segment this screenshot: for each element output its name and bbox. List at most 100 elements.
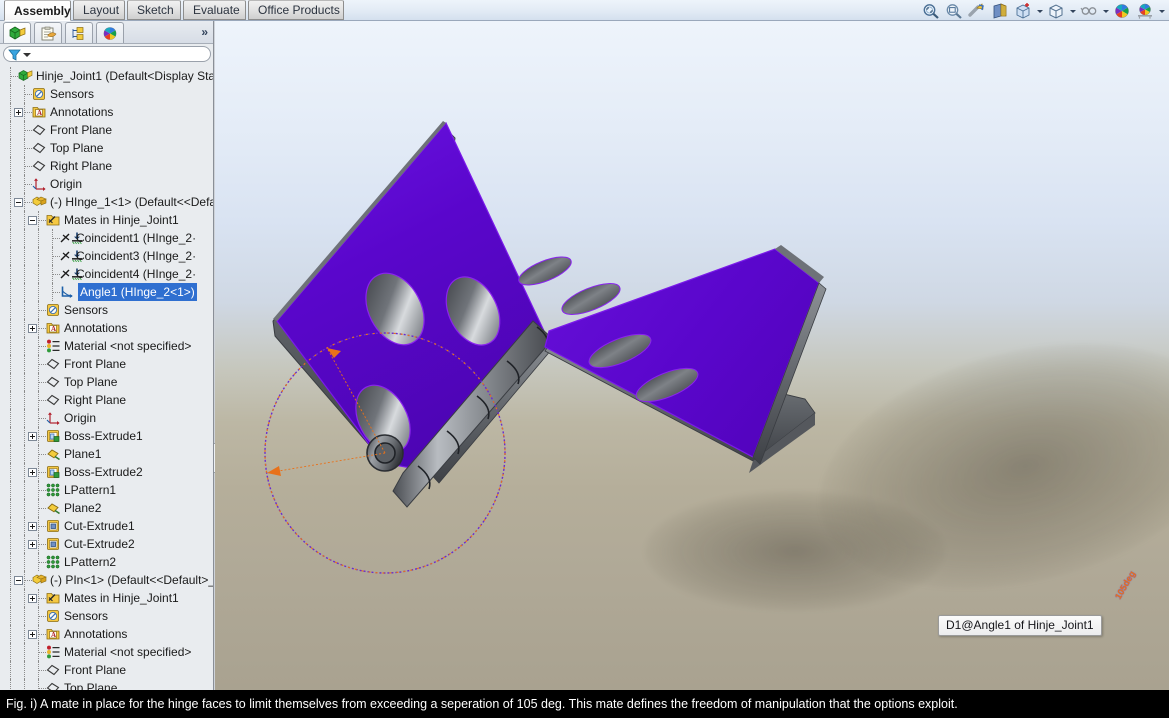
tree-node[interactable]: Sensors (0, 85, 213, 103)
previous-view-icon[interactable] (967, 2, 987, 20)
tree-node[interactable]: Front Plane (0, 355, 213, 373)
tree-expand-icon[interactable] (28, 432, 37, 441)
apply-scene-icon[interactable] (1135, 2, 1155, 20)
property-manager-tab[interactable] (34, 22, 62, 43)
ribbon-tab-evaluate[interactable]: Evaluate (183, 0, 246, 20)
tree-expand-icon[interactable] (28, 594, 37, 603)
tree-node[interactable]: Origin (0, 409, 213, 427)
tree-node[interactable]: Material <not specified> (0, 643, 213, 661)
tree-node[interactable]: Plane2 (0, 499, 213, 517)
edit-appearance-icon[interactable] (1112, 2, 1132, 20)
tree-guide-line (38, 652, 46, 654)
tree-node[interactable]: LPattern2 (0, 553, 213, 571)
tree-guide-line (10, 661, 12, 679)
tree-guide-line (24, 481, 26, 499)
tree-node[interactable]: Top Plane (0, 139, 213, 157)
svg-text:A: A (51, 631, 56, 639)
tree-node[interactable]: A Annotations (0, 103, 213, 121)
tree-guide-line (10, 265, 12, 283)
tree-node[interactable]: Boss-Extrude1 (0, 427, 213, 445)
filter-dropdown-caret[interactable] (23, 53, 31, 57)
ribbon-tab-office-products[interactable]: Office Products (248, 0, 344, 20)
tree-guide-line (38, 418, 46, 420)
zoom-to-area-icon[interactable] (944, 2, 964, 20)
tree-collapse-icon[interactable] (14, 198, 23, 207)
tree-node[interactable]: Right Plane (0, 157, 213, 175)
tree-node[interactable]: Top Plane (0, 679, 213, 690)
tree-node[interactable]: Sensors (0, 607, 213, 625)
feature-manager-tab[interactable] (3, 22, 31, 43)
configuration-manager-tab[interactable] (65, 22, 93, 43)
tree-node-label: Boss-Extrude2 (64, 465, 143, 479)
tree-expand-icon[interactable] (28, 468, 37, 477)
left-plate[interactable] (272, 121, 558, 484)
tree-node[interactable]: LPattern1 (0, 481, 213, 499)
zoom-to-fit-icon[interactable] (921, 2, 941, 20)
tree-node[interactable]: Mates in Hinje_Joint1 (0, 589, 213, 607)
tree-node[interactable]: Hinje_Joint1 (Default<Display State- (0, 67, 213, 85)
ribbon-tab-assembly[interactable]: Assembly (4, 0, 71, 21)
hide-show-items-dropdown-caret[interactable] (1102, 2, 1109, 20)
feature-tree[interactable]: Hinje_Joint1 (Default<Display State- Sens… (0, 67, 213, 690)
tree-node[interactable]: (-) HInge_1<1> (Default<<Defau (0, 193, 213, 211)
tree-expand-icon[interactable] (28, 540, 37, 549)
tree-node-label: Coincident1 (HInge_2· (76, 231, 197, 245)
tree-node[interactable]: Coincident1 (HInge_2· (0, 229, 213, 247)
display-manager-tab[interactable] (96, 22, 124, 43)
panel-overflow-chevron[interactable]: » (201, 25, 208, 39)
tree-node[interactable]: Coincident3 (HInge_2· (0, 247, 213, 265)
tree-node[interactable]: Mates in Hinje_Joint1 (0, 211, 213, 229)
tree-node[interactable]: Front Plane (0, 661, 213, 679)
mates-folder-icon (46, 591, 61, 605)
tree-guide-line (10, 643, 12, 661)
plane-icon (32, 159, 47, 173)
ribbon-tab-layout[interactable]: Layout (73, 0, 125, 20)
tree-node-label: Sensors (50, 87, 95, 101)
graphics-area[interactable]: 105deg D1@Angle1 of Hinje_Joint1 (215, 21, 1169, 690)
tree-expand-icon[interactable] (28, 522, 37, 531)
tree-expand-icon[interactable] (28, 630, 37, 639)
tree-node[interactable]: Cut-Extrude2 (0, 535, 213, 553)
hinge-assembly-model[interactable]: 105deg D1@Angle1 of Hinje_Joint1 (215, 21, 1169, 690)
tree-node[interactable]: (-) PIn<1> (Default<<Default>_D (0, 571, 213, 589)
tree-node[interactable]: Material <not specified> (0, 337, 213, 355)
hide-show-items-icon[interactable] (1079, 2, 1099, 20)
tree-guide-line (10, 553, 12, 571)
tree-guide-line (24, 355, 26, 373)
display-style-icon[interactable] (1046, 2, 1066, 20)
tree-node-label: Cut-Extrude2 (64, 537, 135, 551)
tree-node[interactable]: Sensors (0, 301, 213, 319)
tree-guide-line (24, 130, 32, 132)
tree-guide-line (24, 373, 26, 391)
tree-node[interactable]: A Annotations (0, 319, 213, 337)
tree-node[interactable]: Top Plane (0, 373, 213, 391)
tree-collapse-icon[interactable] (14, 576, 23, 585)
right-plate[interactable] (515, 245, 827, 473)
hinge-geometry[interactable] (215, 21, 1169, 690)
tree-node[interactable]: Plane1 (0, 445, 213, 463)
tree-expand-icon[interactable] (28, 324, 37, 333)
tree-node[interactable]: Boss-Extrude2 (0, 463, 213, 481)
tree-node[interactable]: Angle1 (HInge_2<1>) (0, 283, 213, 301)
tree-node[interactable]: Coincident4 (HInge_2· (0, 265, 213, 283)
tree-expand-icon[interactable] (14, 108, 23, 117)
view-orientation-icon[interactable] (1013, 2, 1033, 20)
tree-node[interactable]: Cut-Extrude1 (0, 517, 213, 535)
tree-node-label: Top Plane (50, 141, 104, 155)
section-view-icon[interactable] (990, 2, 1010, 20)
tree-guide-line (38, 598, 46, 600)
tree-node[interactable]: Right Plane (0, 391, 213, 409)
tree-node[interactable]: Front Plane (0, 121, 213, 139)
tree-guide-line (38, 220, 46, 222)
tree-guide-line (24, 535, 26, 553)
feature-tree-filter-input[interactable] (3, 46, 211, 62)
tree-node-label: Front Plane (64, 663, 127, 677)
tree-node-label: Material <not specified> (64, 339, 192, 353)
ribbon-tab-sketch[interactable]: Sketch (127, 0, 181, 20)
apply-scene-dropdown-caret[interactable] (1158, 2, 1165, 20)
tree-node[interactable]: Origin (0, 175, 213, 193)
display-style-dropdown-caret[interactable] (1069, 2, 1076, 20)
view-orientation-dropdown-caret[interactable] (1036, 2, 1043, 20)
tree-node[interactable]: A Annotations (0, 625, 213, 643)
tree-collapse-icon[interactable] (28, 216, 37, 225)
